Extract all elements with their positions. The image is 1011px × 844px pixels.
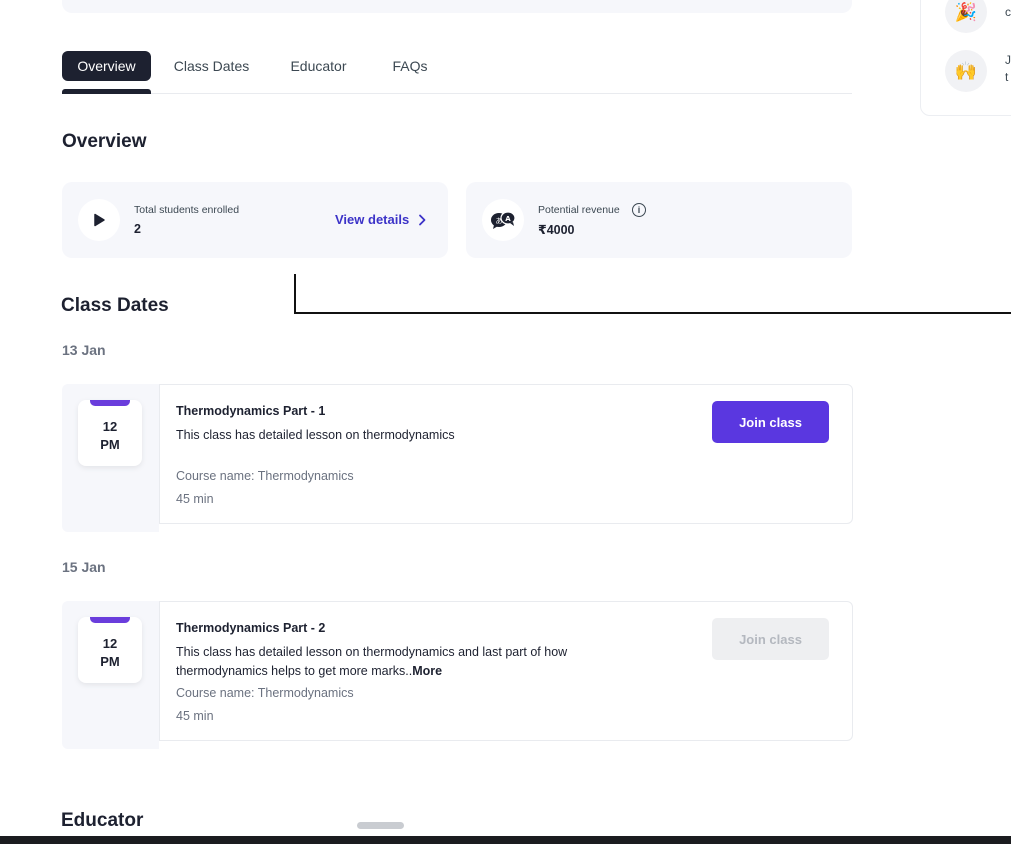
sidebar-item-text: c <box>1005 5 1011 19</box>
class-item: 12 PM Thermodynamics Part - 1 This class… <box>62 384 853 532</box>
time-hour: 12 <box>102 419 118 434</box>
annotation-line-horizontal <box>294 312 1011 314</box>
active-tab-indicator <box>62 89 151 94</box>
join-class-button[interactable]: Join class <box>712 401 829 443</box>
educator-title: Educator <box>61 810 144 831</box>
scroll-handle[interactable] <box>357 822 404 829</box>
tab-overview[interactable]: Overview <box>62 51 151 81</box>
tab-educator[interactable]: Educator <box>282 51 355 81</box>
tab-faqs[interactable]: FAQs <box>385 51 435 81</box>
students-enrolled-card: Total students enrolled 2 View details <box>62 182 448 258</box>
class-course-name: Course name: Thermodynamics <box>176 469 354 483</box>
potential-revenue-card: A あ Potential revenue i ₹4000 <box>466 182 852 258</box>
revenue-value: ₹4000 <box>538 223 575 237</box>
svg-text:あ: あ <box>496 217 503 225</box>
tab-bar: Overview Class Dates Educator FAQs <box>62 51 852 94</box>
party-popper-icon: 🎉 <box>945 0 987 33</box>
view-details-label: View details <box>335 212 410 227</box>
class-description: This class has detailed lesson on thermo… <box>176 645 568 678</box>
overview-title: Overview <box>62 131 147 152</box>
time-badge-accent <box>90 617 130 623</box>
svg-text:A: A <box>505 215 511 223</box>
date-label: 15 Jan <box>62 559 106 575</box>
class-course-name: Course name: Thermodynamics <box>176 686 354 700</box>
class-time-column: 12 PM <box>62 601 159 749</box>
class-item: 12 PM Thermodynamics Part - 2 This class… <box>62 601 853 749</box>
class-time-column: 12 PM <box>62 384 159 532</box>
class-title: Thermodynamics Part - 1 <box>176 404 326 418</box>
time-period: PM <box>100 437 120 452</box>
play-icon <box>78 199 120 241</box>
info-icon[interactable]: i <box>632 203 646 217</box>
sidebar-card: 🎉 c 🙌 J t <box>920 0 1011 116</box>
sidebar-item-text: t <box>1005 70 1009 84</box>
more-link[interactable]: More <box>412 664 442 678</box>
top-card-fragment <box>62 0 852 13</box>
time-badge: 12 PM <box>78 617 142 683</box>
class-duration: 45 min <box>176 492 214 506</box>
students-count: 2 <box>134 222 141 236</box>
join-class-button[interactable]: Join class <box>712 618 829 660</box>
students-label: Total students enrolled <box>134 204 240 216</box>
sidebar-item-text: J <box>1005 53 1011 67</box>
annotation-line-vertical <box>294 274 296 314</box>
class-dates-title: Class Dates <box>61 295 169 316</box>
time-hour: 12 <box>102 636 118 651</box>
view-details-link[interactable]: View details <box>335 212 427 227</box>
class-title: Thermodynamics Part - 2 <box>176 621 326 635</box>
time-badge-accent <box>90 400 130 406</box>
class-card: Thermodynamics Part - 1 This class has d… <box>159 384 853 524</box>
time-badge: 12 PM <box>78 400 142 466</box>
time-period: PM <box>100 654 120 669</box>
raised-hands-icon: 🙌 <box>945 50 987 92</box>
class-description: This class has detailed lesson on thermo… <box>176 428 455 442</box>
class-card: Thermodynamics Part - 2 This class has d… <box>159 601 853 741</box>
chevron-right-icon <box>419 214 426 225</box>
chat-bubbles-icon: A あ <box>482 199 524 241</box>
revenue-label: Potential revenue <box>538 204 620 216</box>
tab-class-dates[interactable]: Class Dates <box>165 51 258 81</box>
date-label: 13 Jan <box>62 342 106 358</box>
class-duration: 45 min <box>176 709 214 723</box>
bottom-bar <box>0 836 1011 844</box>
